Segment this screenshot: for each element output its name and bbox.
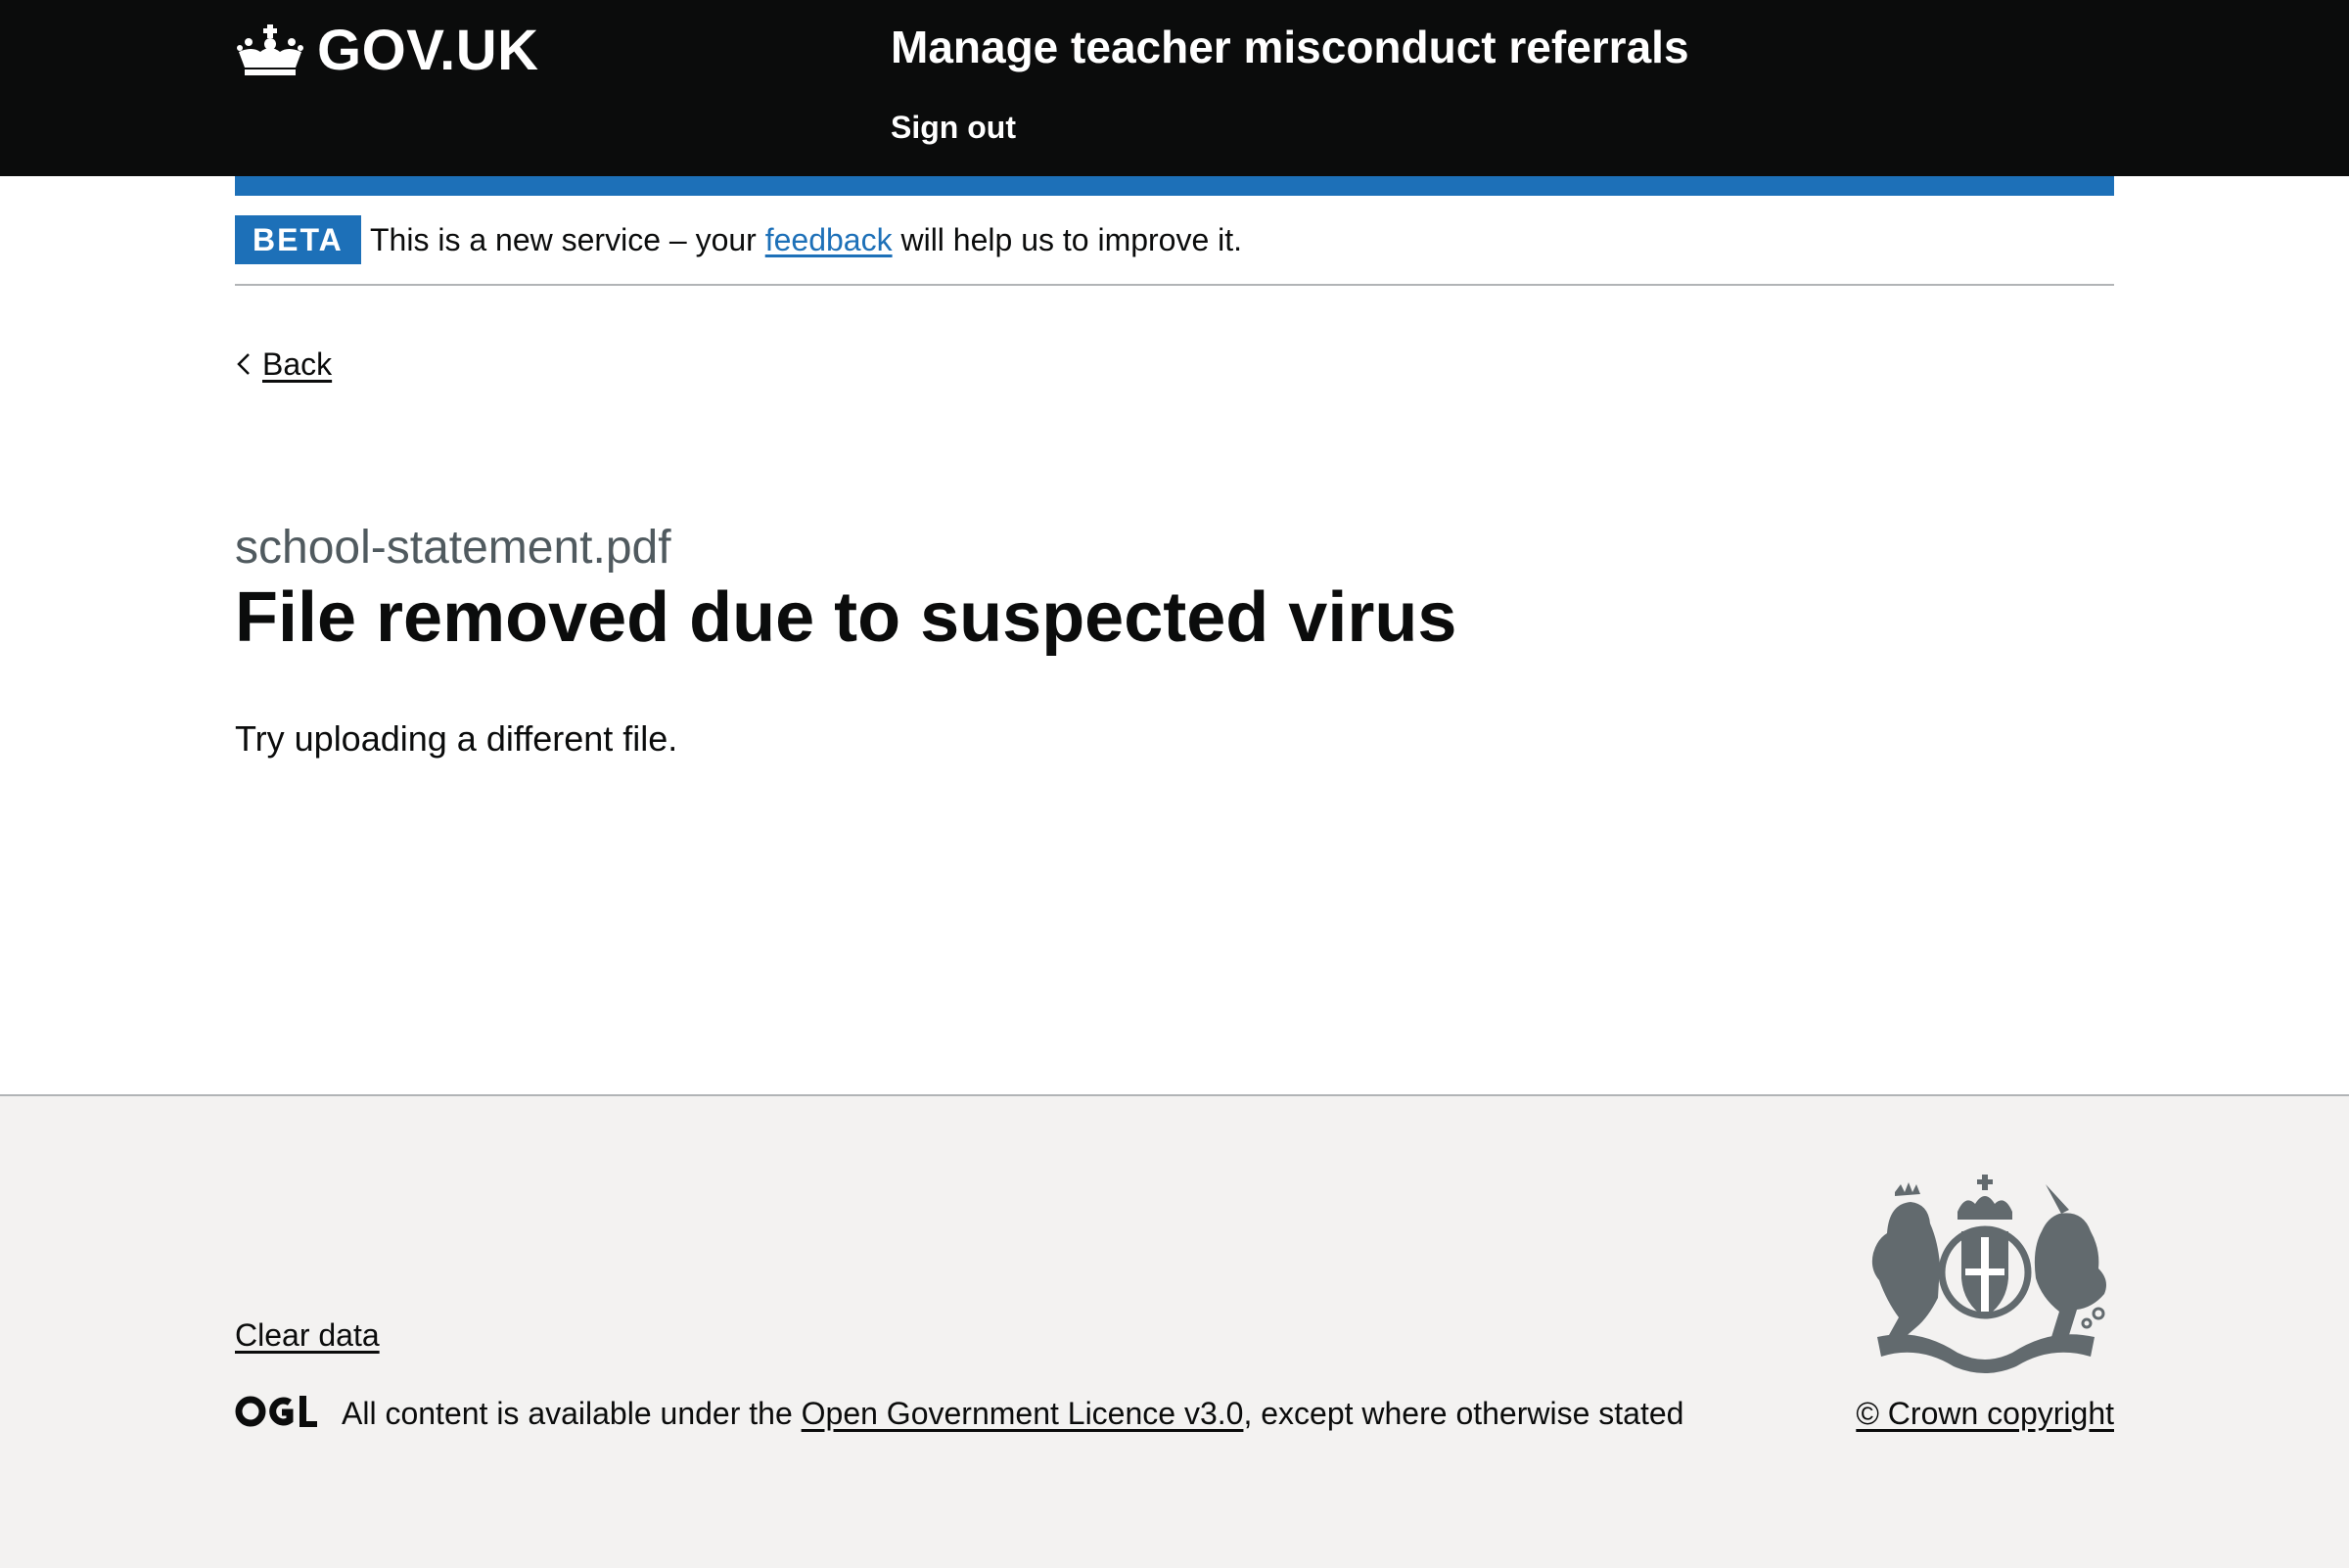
chevron-left-icon [237,353,250,375]
body-text: Try uploading a different file. [235,718,678,759]
beta-tag: BETA [235,215,361,264]
phase-text-before: This is a new service – your [370,222,765,257]
licence-text-after: , except where otherwise stated [1243,1396,1684,1431]
crown-icon [237,24,303,75]
back-link-label: Back [262,346,333,382]
ogl-licence-link[interactable]: Open Government Licence v3.0 [802,1396,1244,1431]
licence-text-before: All content is available under the [342,1396,802,1431]
phase-banner: BETA This is a new service – your feedba… [235,196,2114,286]
header: GOV.UK Manage teacher misconduct referra… [0,0,2349,176]
header-blue-bar [235,176,2114,196]
ogl-logo-icon [235,1396,317,1427]
clear-data-link[interactable]: Clear data [235,1314,380,1357]
file-name-caption: school-statement.pdf [235,522,671,574]
phase-text-after: will help us to improve it. [892,222,1243,257]
service-name-link[interactable]: Manage teacher misconduct referrals [891,20,1689,74]
govuk-logo-link[interactable]: GOV.UK [235,18,538,82]
feedback-link[interactable]: feedback [765,222,893,257]
royal-coat-of-arms-icon [1871,1175,2106,1373]
sign-out-link[interactable]: Sign out [891,106,1016,149]
back-link[interactable]: Back [235,343,332,386]
phase-banner-text: This is a new service – your feedback wi… [370,219,1242,260]
licence-text: All content is available under the Open … [342,1392,1683,1435]
crown-copyright-link[interactable]: © Crown copyright [1856,1392,2114,1435]
page-title: File removed due to suspected virus [235,578,1457,657]
logo-text: GOV.UK [317,18,539,82]
